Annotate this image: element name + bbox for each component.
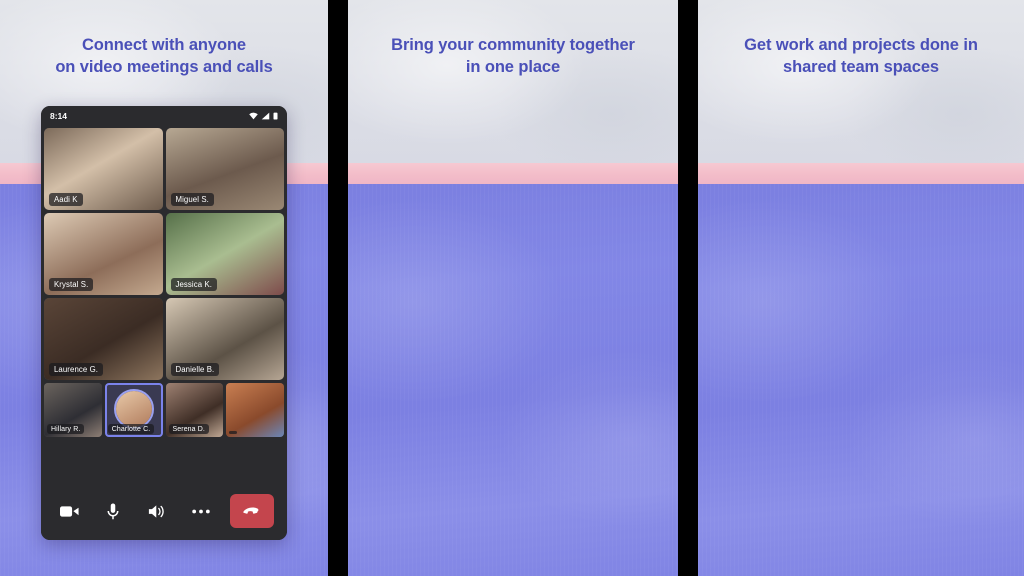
background-blue-band: [348, 184, 678, 576]
camera-toggle-button[interactable]: [54, 496, 84, 526]
status-time: 8:14: [50, 110, 68, 121]
battery-icon: [273, 112, 278, 120]
promo-panel-community: Bring your community together in one pla…: [348, 0, 678, 576]
background-blue-band: [698, 184, 1024, 576]
participant-name: Charlotte C.: [107, 424, 155, 434]
video-tile[interactable]: Danielle B.: [165, 298, 284, 380]
background-sky: [698, 0, 1024, 163]
video-tile[interactable]: Aadi K: [44, 128, 163, 210]
background-sky: [348, 0, 678, 163]
panel-background: [698, 0, 1024, 576]
avatar: [113, 388, 154, 429]
background-pink-band: [698, 163, 1024, 184]
video-tile[interactable]: Krystal S.: [44, 213, 163, 295]
hangup-icon: [242, 507, 258, 514]
hangup-button[interactable]: [230, 494, 274, 528]
promo-panel-video-calls: Connect with anyone on video meetings an…: [0, 0, 328, 576]
background-pink-band: [348, 163, 678, 184]
participant-name: Aadi K: [49, 193, 83, 206]
video-thumbnail[interactable]: Serena D.: [165, 383, 224, 437]
speaker-icon: [148, 504, 164, 518]
speaker-toggle-button[interactable]: [142, 496, 172, 526]
screenshot-stage: Connect with anyone on video meetings an…: [0, 0, 1024, 576]
video-tile[interactable]: Laurence G.: [44, 298, 163, 380]
participant-name: Serena D.: [168, 424, 209, 434]
participant-name: Jessica K.: [170, 278, 218, 291]
microphone-toggle-button[interactable]: [98, 496, 128, 526]
video-thumbnail[interactable]: Hillary R.: [44, 383, 102, 437]
participant-name: Laurence G.: [49, 363, 104, 376]
participant-name: Danielle B.: [170, 363, 220, 376]
video-tile[interactable]: Miguel S.: [165, 128, 284, 210]
status-icons: [249, 112, 278, 120]
phone-mockup-call: 8:14 Aadi K Miguel S. Krystal S. Jessica…: [41, 106, 287, 540]
panel-background: [348, 0, 678, 576]
panel-headline: Get work and projects done in shared tea…: [744, 36, 978, 76]
video-thumbnail[interactable]: [226, 383, 284, 437]
participant-name: [229, 431, 238, 434]
video-thumbnail-strip: Hillary R. Charlotte C. Serena D.: [41, 383, 287, 440]
participant-name: Hillary R.: [47, 424, 85, 434]
microphone-icon: [107, 502, 119, 519]
wifi-icon: [249, 112, 258, 119]
participant-photo: [226, 383, 284, 437]
more-icon: [192, 509, 210, 513]
call-control-bar: [41, 482, 287, 540]
video-tile-grid: Aadi K Miguel S. Krystal S. Jessica K. L…: [41, 125, 287, 383]
panel-headline: Bring your community together in one pla…: [391, 36, 635, 76]
more-options-button[interactable]: [186, 496, 216, 526]
participant-name: Miguel S.: [170, 193, 214, 206]
video-thumbnail-active-speaker[interactable]: Charlotte C.: [104, 383, 163, 437]
participant-name: Krystal S.: [49, 278, 94, 291]
camera-icon: [59, 505, 79, 517]
status-bar: 8:14: [41, 106, 287, 125]
panel-headline: Connect with anyone on video meetings an…: [55, 36, 273, 76]
promo-panel-team-spaces: Get work and projects done in shared tea…: [698, 0, 1024, 576]
video-tile[interactable]: Jessica K.: [165, 213, 284, 295]
signal-icon: [261, 112, 270, 119]
